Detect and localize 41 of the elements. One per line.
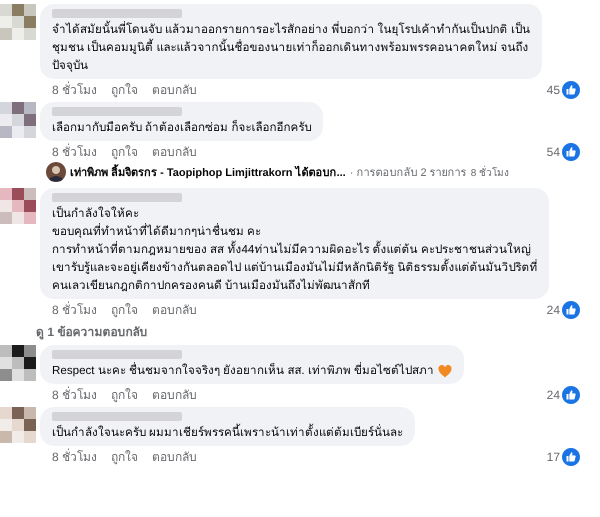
comment-time: 8 ชั่วโมง (52, 300, 98, 319)
avatar-icon (0, 102, 36, 138)
reply-preview-link[interactable]: เท่าพิภพ ลิ้มจิตรกร - Taopiphop Limjittrakorn ได้ตอบก... (70, 163, 346, 181)
reply-link[interactable]: ตอบกลับ (152, 142, 198, 161)
avatar-icon (46, 162, 66, 182)
reply-time: 8 ชั่วโมง (470, 164, 510, 180)
like-link[interactable]: ถูกใจ (111, 80, 138, 99)
like-link[interactable]: ถูกใจ (111, 447, 138, 466)
avatar-icon (0, 345, 36, 381)
like-count: 45 (546, 82, 560, 96)
thumbs-up-icon (562, 142, 580, 160)
thumbs-up-icon (562, 448, 580, 466)
avatar-icon (0, 4, 36, 40)
reply-link[interactable]: ตอบกลับ (152, 447, 198, 466)
reply-link[interactable]: ตอบกลับ (152, 385, 198, 404)
like-link[interactable]: ถูกใจ (111, 300, 138, 319)
comment-text: เป็นกำลังใจนะครับ ผมมาเชียร์พรรคนี้เพราะน้าเท่าตั้งแต่ต้มเบียร์นั่นละ (52, 424, 404, 442)
like-count: 24 (546, 388, 560, 402)
comment-time: 8 ชั่วโมง (52, 386, 98, 404)
avatar-icon (0, 407, 36, 443)
thumbs-up-icon (562, 80, 580, 98)
comment-text: จำได้สมัยนั้นพี่โดนจับ แล้วมาออกรายการอะไรสักอย่าง พี่บอกว่า ในยุโรปเค้าทำกันเป็นปกติ เป็น ชุมชน เป็นคอมมูนิตี้ และแล้วจากนั้นชื่อของนายเท่าก็ออกเดินทางพร้อมพรรคอนาคตใหม่ จนถึง ปัจจุบัน (52, 21, 530, 75)
thumbs-up-icon (562, 386, 580, 404)
like-count: 17 (546, 450, 560, 464)
like-link[interactable]: ถูกใจ (111, 142, 138, 161)
like-link[interactable]: ถูกใจ (111, 385, 138, 404)
comment-text: เลือกมากับมือครับ ถ้าต้องเลือกซ่อม ก็จะเลือกอีกครับ (52, 119, 312, 136)
comment-time: 8 ชั่วโมง (52, 142, 98, 161)
heart-icon (438, 364, 452, 378)
like-count: 54 (546, 144, 560, 158)
thumbs-up-icon (562, 300, 580, 318)
comment-time: 8 ชั่วโมง (52, 448, 98, 466)
comment-text: Respect นะคะ ชื่นชมจากใจจริงๆ ยังอยากเห็น สส. เท่าพิภพ ขี่มอไซต์ไปสภา (52, 362, 434, 379)
reply-link[interactable]: ตอบกลับ (152, 80, 198, 99)
view-replies-link[interactable]: ดู 1 ข้อความตอบกลับ (36, 322, 148, 341)
like-count: 24 (546, 302, 560, 316)
reply-link[interactable]: ตอบกลับ (152, 300, 198, 319)
avatar-icon (0, 188, 36, 224)
reply-count: · การตอบกลับ 2 รายการ (350, 166, 467, 181)
comment-time: 8 ชั่วโมง (52, 80, 98, 99)
comment-text: เป็นกำลังใจให้คะ ขอบคุณที่ทำหน้าที่ได้ดีมากๆน่าชื่นชม คะ การทำหน้าที่ตามกฎหมายของ สส ทั้ง44ท่านไม่มีความผิดอะไร ตั้งแต่ต้น คะประชาชนส่วนใหญ่ เขารับรู้และจะอยู่เคียงข้างกันตลอดไป แต่บ้านเมืองมันไม่มีหลักนิติรัฐ นิติธรรมตั้งแต่ต้นมันวิปริตที่ คนเลวเขียนกฎกติกาปกครองคนดี บ้านเมืองมันถึงไม่พัฒนาสักที (52, 205, 538, 294)
